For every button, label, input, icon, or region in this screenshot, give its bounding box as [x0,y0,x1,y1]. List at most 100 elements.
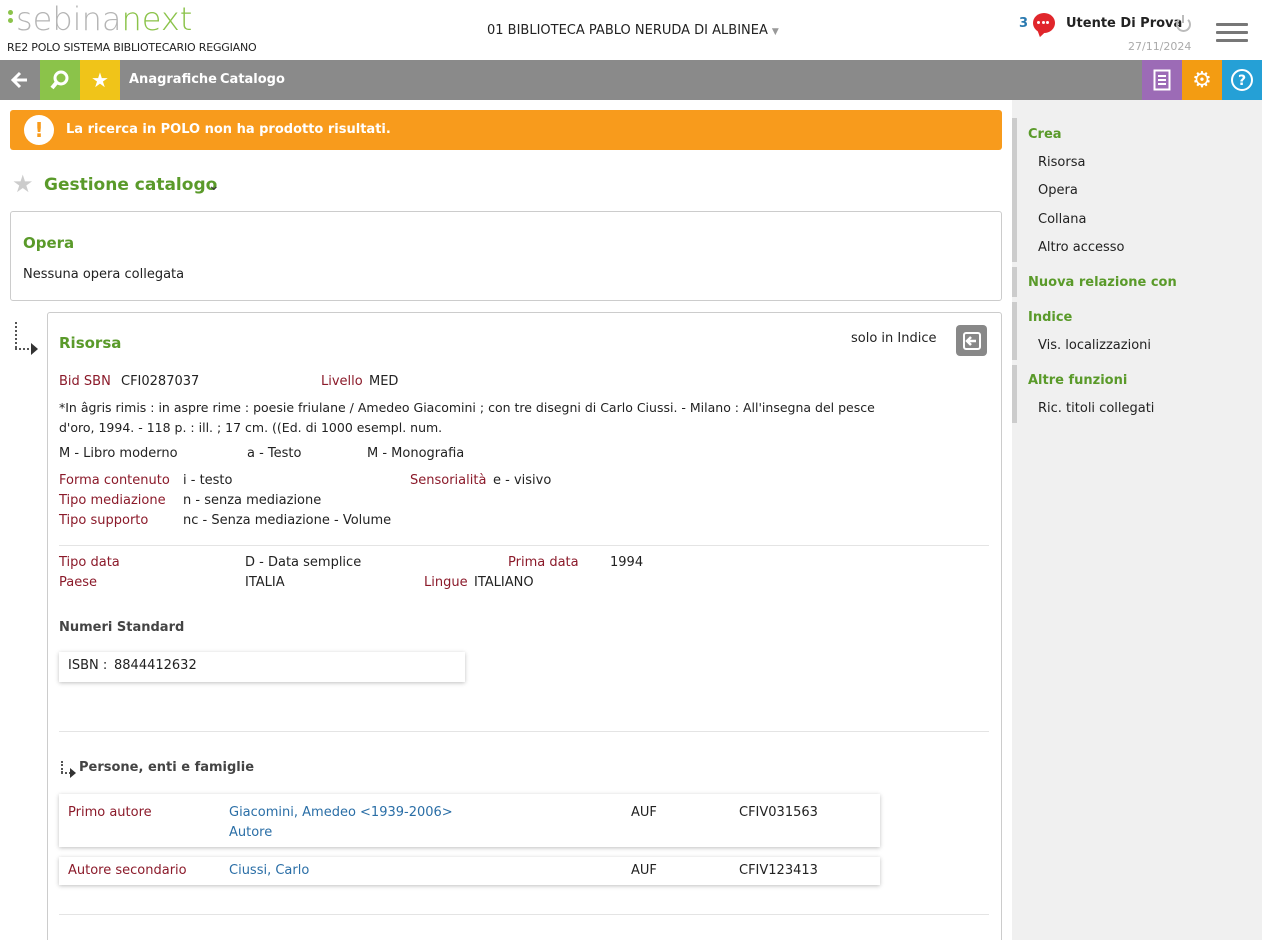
tipo-data-label: Tipo data [59,555,120,570]
sidebar-item-collana[interactable]: Collana [1038,212,1086,227]
sidebar-item-vis-localizzazioni[interactable]: Vis. localizzazioni [1038,338,1151,353]
message-count[interactable]: 3 [1019,16,1028,31]
prima-data-value: 1994 [610,555,644,570]
tree-arrow-icon [60,761,80,779]
chevron-down-icon[interactable]: ⌄ [208,178,220,194]
sidebar-head-indice[interactable]: Indice [1028,310,1072,325]
type-record: a - Testo [247,446,302,461]
return-icon [962,331,981,350]
author-type: AUF [631,805,657,820]
risorsa-title: Risorsa [59,334,122,352]
search-button[interactable] [40,60,80,100]
document-icon [1153,69,1171,91]
isbn-value: 8844412632 [114,658,197,673]
logo-text: sebinanext [16,0,193,38]
author-row: Primo autore Giacomini, Amedeo <1939-200… [59,794,880,847]
sidebar-item-risorsa[interactable]: Risorsa [1038,155,1085,170]
description-line: *In âgris rimis : in aspre rime : poesie… [59,400,875,415]
author-role: Primo autore [68,805,152,820]
alert-text: La ricerca in POLO non ha prodotto risul… [66,122,391,137]
return-button[interactable] [956,325,987,356]
document-button[interactable] [1142,60,1182,100]
arrow-left-icon [10,71,27,89]
author-name-link[interactable]: Ciussi, Carlo [229,863,309,878]
author-name-link[interactable]: Giacomini, Amedeo <1939-2006> [229,805,453,820]
sidebar-item-ric-titoli[interactable]: Ric. titoli collegati [1038,401,1154,416]
description-line: d'oro, 1994. - 118 p. : ill. ; 17 cm. ((… [59,420,443,435]
chat-bubble-icon[interactable] [1033,13,1055,33]
library-selector[interactable]: 01 BIBLIOTECA PABLO NERUDA DI ALBINEA ▼ [487,23,779,38]
lingue-label: Lingue [424,575,468,590]
supporto-value: nc - Senza mediazione - Volume [183,513,392,528]
persone-title: Persone, enti e famiglie [79,760,255,775]
sidebar-item-opera[interactable]: Opera [1038,183,1078,198]
opera-title: Opera [23,234,75,252]
alert-banner: ! La ricerca in POLO non ha prodotto ris… [10,110,1002,150]
tipo-data-value: D - Data semplice [245,555,362,570]
sidebar-head-crea[interactable]: Crea [1028,127,1062,142]
mediazione-value: n - senza mediazione [183,493,322,508]
opera-empty-text: Nessuna opera collegata [23,267,185,282]
help-button[interactable]: ? [1222,60,1262,100]
mediazione-label: Tipo mediazione [59,493,166,508]
sidebar-group-nuova: Nuova relazione con [1012,267,1262,297]
nav-catalogo[interactable]: Catalogo [220,72,285,87]
author-code: CFIV031563 [739,805,818,820]
nav-anagrafiche[interactable]: Anagrafiche [129,72,217,87]
favorite-star-icon[interactable]: ★ [12,172,34,196]
user-name[interactable]: Utente Di Prova [1066,16,1182,31]
paese-label: Paese [59,575,97,590]
right-sidebar: Crea Risorsa Opera Collana Altro accesso… [1012,100,1262,940]
header: sebinanext RE2 POLO SISTEMA BIBLIOTECARI… [0,0,1262,60]
favorites-button[interactable]: ★ [80,60,120,100]
sidebar-head-nuova-relazione[interactable]: Nuova relazione con [1028,275,1177,290]
author-role: Autore secondario [68,863,187,878]
help-icon: ? [1231,69,1253,91]
star-icon: ★ [91,68,109,92]
sidebar-group-crea: Crea Risorsa Opera Collana Altro accesso [1012,118,1262,262]
divider [59,914,989,915]
isbn-card: ISBN : 8844412632 [59,652,465,682]
livello-value: MED [369,374,399,389]
supporto-label: Tipo supporto [59,513,149,528]
author-row: Autore secondario Ciussi, Carlo AUF CFIV… [59,857,880,885]
isbn-label: ISBN : [68,658,108,673]
livello-label: Livello [321,374,363,389]
power-icon[interactable] [1176,15,1191,32]
page-title: Gestione catalogo [44,175,218,195]
sidebar-group-altre: Altre funzioni Ric. titoli collegati [1012,365,1262,423]
paese-value: ITALIA [245,575,285,590]
sidebar-group-indice: Indice Vis. localizzazioni [1012,302,1262,360]
lingue-value: ITALIANO [474,575,534,590]
svg-text:?: ? [1238,73,1246,89]
caret-down-icon: ▼ [771,27,779,37]
bid-label: Bid SBN [59,374,111,389]
opera-panel: Opera Nessuna opera collegata [10,211,1002,301]
search-icon [50,70,69,90]
scope-text: solo in Indice [851,331,937,346]
polo-name: RE2 POLO SISTEMA BIBLIOTECARIO REGGIANO [7,41,257,54]
numeri-standard-title: Numeri Standard [59,620,185,635]
divider [59,731,989,732]
author-subrole: Autore [229,825,273,840]
author-type: AUF [631,863,657,878]
settings-button[interactable]: ⚙ [1182,60,1222,100]
logo-dot [8,18,13,23]
hamburger-menu-icon[interactable] [1216,23,1248,43]
back-button[interactable] [0,60,40,100]
sensorialita-value: e - visivo [493,473,552,488]
gear-icon: ⚙ [1192,67,1212,93]
author-code: CFIV123413 [739,863,818,878]
library-name: 01 BIBLIOTECA PABLO NERUDA DI ALBINEA [487,23,768,38]
bid-value: CFI0287037 [121,374,200,389]
type-level: M - Monografia [367,446,465,461]
tree-arrow-icon [14,322,40,356]
exclamation-icon: ! [24,115,54,145]
current-date: 27/11/2024 [1128,40,1192,53]
sidebar-head-altre-funzioni[interactable]: Altre funzioni [1028,373,1127,388]
sensorialita-label: Sensorialità [410,473,487,488]
sidebar-item-altro-accesso[interactable]: Altro accesso [1038,240,1125,255]
logo-dot [8,10,13,15]
risorsa-panel: Risorsa solo in Indice Bid SBN CFI028703… [47,312,1002,940]
prima-data-label: Prima data [508,555,579,570]
